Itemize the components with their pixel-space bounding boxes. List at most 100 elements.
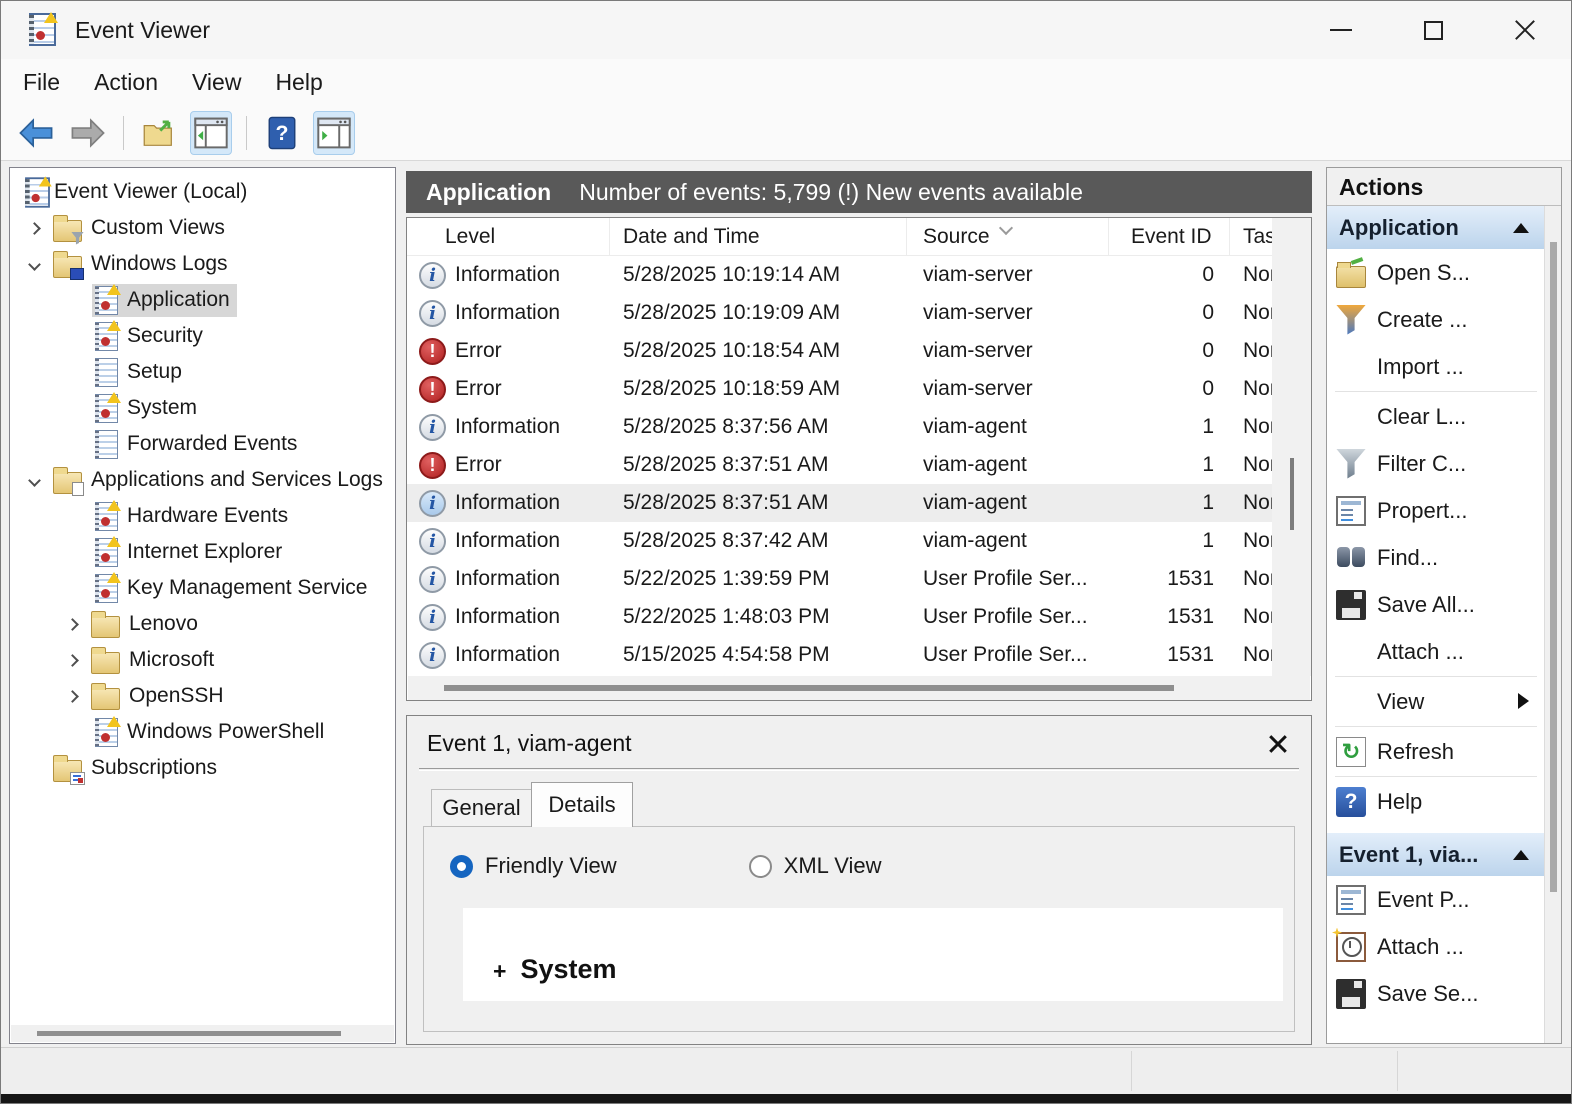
action-open-saved-log[interactable]: Open S... [1327,249,1545,296]
chevron-down-icon[interactable] [28,258,41,271]
action-import-custom-view[interactable]: Import ... [1327,343,1545,390]
folder-icon [91,652,120,674]
section-header-label: Event 1, via... [1339,842,1478,868]
table-row[interactable]: iInformation 5/15/2025 4:54:58 PM User P… [407,636,1290,674]
action-find[interactable]: Find... [1327,534,1545,581]
tree-item-lenovo[interactable]: Lenovo [10,606,395,642]
expand-node-icon[interactable]: + [493,958,506,985]
list-horizontal-scrollbar[interactable] [408,676,1310,700]
action-view[interactable]: View [1327,678,1545,725]
tree-item-system[interactable]: System [10,390,395,426]
tree-item-windows-logs[interactable]: Windows Logs [10,246,395,282]
system-node-label[interactable]: System [520,954,616,985]
tree-horizontal-scrollbar[interactable] [11,1025,394,1042]
action-attach-task[interactable]: Attach ... [1327,628,1545,675]
action-help[interactable]: ? Help [1327,778,1545,825]
back-button[interactable] [15,111,57,155]
show-console-tree-button[interactable] [190,111,232,155]
action-filter-current-log[interactable]: Filter C... [1327,440,1545,487]
column-header-level[interactable]: Level [407,218,610,255]
table-row[interactable]: iInformation 5/28/2025 10:19:14 AM viam-… [407,256,1290,294]
chevron-down-icon[interactable] [28,474,41,487]
table-row[interactable]: iInformation 5/28/2025 10:19:09 AM viam-… [407,294,1290,332]
tree-item-setup[interactable]: Setup [10,354,395,390]
tree-item-subscriptions[interactable]: Subscriptions [10,750,395,786]
table-row[interactable]: iInformation 5/28/2025 8:37:56 AM viam-a… [407,408,1290,446]
tree-item-label: Key Management Service [127,576,367,600]
error-dot-icon [36,31,45,40]
scrollbar-thumb[interactable] [37,1031,341,1036]
table-row[interactable]: !Error 5/28/2025 8:37:51 AM viam-agent 1… [407,446,1290,484]
tree-item-event-viewer-local[interactable]: Event Viewer (Local) [10,174,395,210]
tree-item-applications-and-services-logs[interactable]: Applications and Services Logs [10,462,395,498]
error-dot-icon [101,409,110,418]
information-icon: i [419,300,446,327]
action-event-properties[interactable]: Event P... [1327,876,1545,923]
action-clear-log[interactable]: Clear L... [1327,393,1545,440]
action-properties[interactable]: Propert... [1327,487,1545,534]
table-row-selected[interactable]: iInformation 5/28/2025 8:37:51 AM viam-a… [407,484,1290,522]
filter-overlay-icon [71,232,84,245]
attach-task-icon [1336,932,1366,962]
action-save-all-events[interactable]: Save All... [1327,581,1545,628]
table-row[interactable]: iInformation 5/22/2025 1:39:59 PM User P… [407,560,1290,598]
table-row[interactable]: iInformation 5/28/2025 8:37:42 AM viam-a… [407,522,1290,560]
window-title: Event Viewer [75,17,210,44]
table-row[interactable]: iInformation 5/22/2025 1:48:03 PM User P… [407,598,1290,636]
export-button[interactable] [138,111,180,155]
tree-item-security[interactable]: Security [10,318,395,354]
table-row[interactable]: !Error 5/28/2025 10:18:59 AM viam-server… [407,370,1290,408]
tree-item-openssh[interactable]: OpenSSH [10,678,395,714]
tree-item-internet-explorer[interactable]: Internet Explorer [10,534,395,570]
tree-item-application[interactable]: Application [10,282,395,318]
friendly-view-radio[interactable] [450,855,473,878]
tree-item-label: Microsoft [129,648,214,672]
detail-close-button[interactable] [1267,734,1289,756]
tree-item-windows-powershell[interactable]: Windows PowerShell [10,714,395,750]
tree-item-key-management-service[interactable]: Key Management Service [10,570,395,606]
tree-item-custom-views[interactable]: Custom Views [10,210,395,246]
maximize-button[interactable] [1387,1,1479,59]
action-create-custom-view[interactable]: Create ... [1327,296,1545,343]
close-button[interactable] [1479,1,1571,59]
action-refresh[interactable]: ↻ Refresh [1327,728,1545,775]
chevron-right-icon[interactable] [66,690,79,703]
show-action-pane-button[interactable] [313,111,355,155]
event-list: Level Date and Time Source Event ID Task… [406,217,1312,701]
collapse-section-icon[interactable] [1513,850,1529,860]
menu-action[interactable]: Action [94,69,158,96]
menu-view[interactable]: View [192,69,241,96]
action-attach-task-to-event[interactable]: Attach ... [1327,923,1545,970]
column-header-date[interactable]: Date and Time [610,218,907,255]
scrollbar-thumb[interactable] [444,685,1174,691]
help-button[interactable]: ? [261,111,303,155]
tree-item-hardware-events[interactable]: Hardware Events [10,498,395,534]
action-save-selected-events[interactable]: Save Se... [1327,970,1545,1017]
table-row[interactable]: !Error 5/28/2025 10:18:54 AM viam-server… [407,332,1290,370]
friendly-view-label[interactable]: Friendly View [485,853,617,879]
open-saved-log-icon [1336,266,1366,288]
menu-file[interactable]: File [23,69,60,96]
toolbar-separator [123,116,124,150]
list-vertical-scrollbar[interactable] [1272,218,1311,676]
actions-section-application[interactable]: Application [1327,206,1545,249]
column-header-event-id[interactable]: Event ID [1109,218,1230,255]
minimize-button[interactable] [1295,1,1387,59]
chevron-right-icon[interactable] [66,618,79,631]
xml-view-label[interactable]: XML View [784,853,882,879]
tab-general[interactable]: General [431,789,531,827]
tree-item-forwarded-events[interactable]: Forwarded Events [10,426,395,462]
scrollbar-thumb[interactable] [1550,242,1557,892]
collapse-section-icon[interactable] [1513,223,1529,233]
chevron-right-icon[interactable] [28,222,41,235]
xml-view-radio[interactable] [749,855,772,878]
forward-button[interactable] [67,111,109,155]
scrollbar-thumb[interactable] [1290,458,1294,530]
log-subtitle: Number of events: 5,799 (!) New events a… [579,179,1083,206]
actions-section-event[interactable]: Event 1, via... [1327,833,1545,876]
chevron-right-icon[interactable] [66,654,79,667]
tab-details[interactable]: Details [531,782,633,827]
menu-help[interactable]: Help [275,69,322,96]
tree-item-microsoft[interactable]: Microsoft [10,642,395,678]
actions-vertical-scrollbar[interactable] [1544,206,1561,1043]
